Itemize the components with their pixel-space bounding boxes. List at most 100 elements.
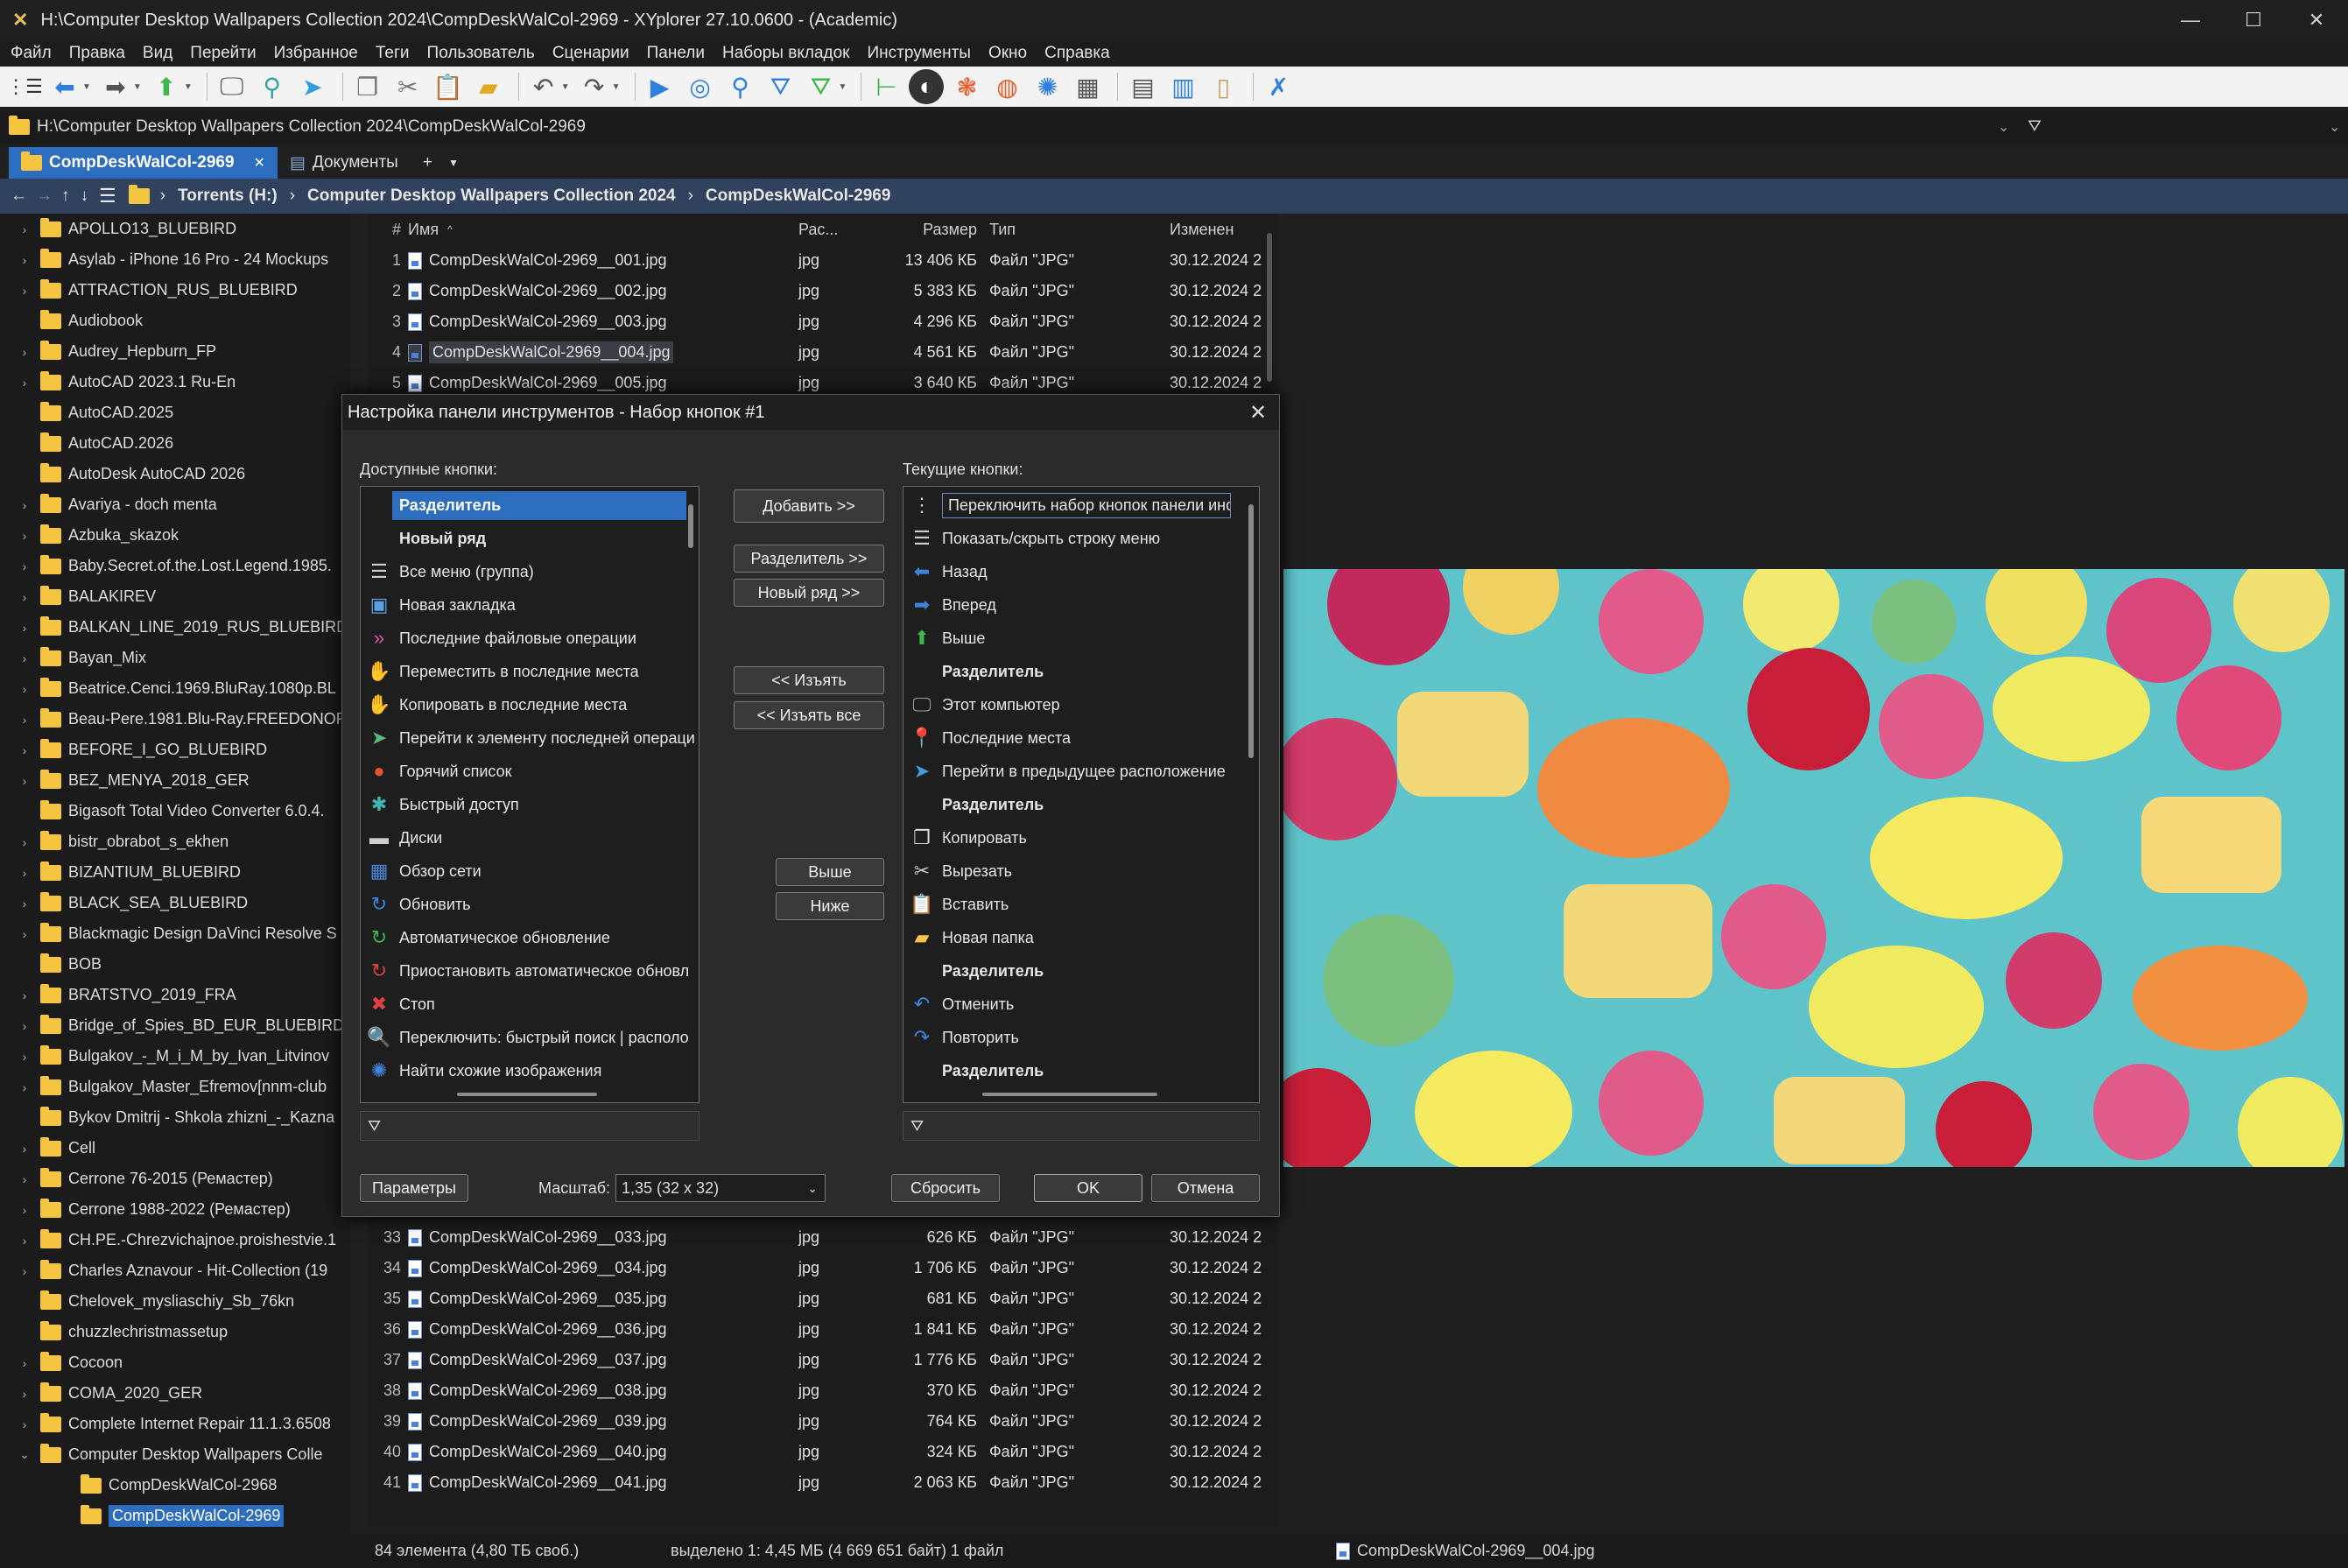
tools-icon[interactable]: ✗ xyxy=(1261,69,1296,104)
ball-icon[interactable]: ◍ xyxy=(989,69,1024,104)
move-up-button[interactable]: Выше xyxy=(776,858,884,886)
tree-item[interactable]: › APOLLO13_BLUEBIRD xyxy=(0,214,350,244)
scrollbar[interactable] xyxy=(1248,504,1254,758)
button-list-item[interactable]: ⬆ Выше xyxy=(903,622,1259,655)
tree-item[interactable]: › COMA_2020_GER xyxy=(0,1378,350,1409)
tab-menu-icon[interactable]: ▼ xyxy=(445,147,462,179)
undo-icon[interactable]: ↶ xyxy=(526,69,561,104)
current-filter[interactable]: ⛛ xyxy=(903,1111,1260,1141)
button-list-item[interactable]: Разделитель xyxy=(903,788,1259,821)
button-list-item[interactable]: » Последние файловые операции xyxy=(361,622,699,655)
button-list-item[interactable]: ⋮ Переключить набор кнопок панели инс xyxy=(903,489,1259,522)
copy-icon[interactable]: ❐ xyxy=(350,69,385,104)
button-list-item[interactable]: Разделитель xyxy=(361,489,699,522)
button-list-item[interactable]: ✋ Переместить в последние места xyxy=(361,655,699,688)
close-window-button[interactable]: ✕ xyxy=(2285,0,2348,40)
forward-icon[interactable]: → xyxy=(36,186,53,206)
tree-item[interactable]: › Cerrone 1988-2022 (Ремастер) xyxy=(0,1194,350,1225)
tree-item[interactable]: › Baby.Secret.of.the.Lost.Legend.1985. xyxy=(0,551,350,581)
button-list-item[interactable]: ✱ Быстрый доступ xyxy=(361,788,699,821)
button-list-item[interactable]: ↷ Повторить xyxy=(903,1021,1259,1054)
menu-item[interactable]: Панели xyxy=(647,44,705,63)
chevron-right-icon[interactable]: › xyxy=(14,376,35,390)
file-row[interactable]: 35 CompDeskWalCol-2969__035.jpg jpg 681 КБ Ф… xyxy=(368,1283,1278,1314)
file-row[interactable]: 2 CompDeskWalCol-2969__002.jpg jpg 5 383 КБ… xyxy=(368,276,1278,306)
tree-item[interactable]: › Bulgakov_-_M_i_M_by_Ivan_Litvinov xyxy=(0,1041,350,1072)
col-date[interactable]: Изменен xyxy=(1170,221,1275,239)
tree-item[interactable]: › ATTRACTION_RUS_BLUEBIRD xyxy=(0,275,350,306)
button-list-item[interactable]: ▦ Обзор сети xyxy=(361,854,699,888)
tree-item[interactable]: › BIZANTIUM_BLUEBIRD xyxy=(0,857,350,888)
menu-item[interactable]: Пользователь xyxy=(427,44,535,63)
menu-item[interactable]: Вид xyxy=(143,44,172,63)
scrollbar[interactable] xyxy=(1267,233,1272,382)
close-tab-icon[interactable]: ✕ xyxy=(254,154,265,172)
button-list-item[interactable]: ↶ Отменить xyxy=(903,988,1259,1021)
button-list-item[interactable]: ↻ Обновить xyxy=(361,888,699,921)
chevron-down-icon[interactable]: ⌄ xyxy=(2329,118,2340,136)
tree-item[interactable]: CompDeskWalCol-2969 xyxy=(0,1501,350,1531)
filter-icon[interactable]: ⛛ xyxy=(2028,117,2042,137)
tree-item[interactable]: ⌄ Computer Desktop Wallpapers Colle xyxy=(0,1439,350,1470)
menu-item[interactable]: Файл xyxy=(11,44,52,63)
tree-item[interactable]: › AutoCAD 2023.1 Ru-En xyxy=(0,367,350,397)
menu-item[interactable]: Окно xyxy=(988,44,1027,63)
col-type[interactable]: Тип xyxy=(977,221,1170,239)
tree-item[interactable]: › BALKAN_LINE_2019_RUS_BLUEBIRD xyxy=(0,612,350,643)
button-list-item[interactable]: Разделитель xyxy=(903,1054,1259,1087)
tree-item[interactable]: › CH.PE.-Chrezvichajnoe.proishestvie.1 xyxy=(0,1225,350,1255)
col-ext[interactable]: Рас... xyxy=(793,221,872,239)
tree-item[interactable]: › Beau-Pere.1981.Blu-Ray.FREEDONOR xyxy=(0,704,350,735)
tree-item[interactable]: Bigasoft Total Video Converter 6.0.4. xyxy=(0,796,350,826)
menu-item[interactable]: Сценарии xyxy=(552,44,629,63)
available-list[interactable]: Разделитель Новый ряд ☰ Все меню (группа) ▣ Н… xyxy=(360,486,699,1103)
up-icon[interactable]: ↑ xyxy=(61,186,70,206)
new-tab-button[interactable]: + xyxy=(411,147,445,179)
menu-item[interactable]: Наборы вкладок xyxy=(722,44,849,63)
chevron-right-icon[interactable]: › xyxy=(14,222,35,236)
tree-icon[interactable]: ⊢ xyxy=(868,69,903,104)
file-row[interactable]: 1 CompDeskWalCol-2969__001.jpg jpg 13 406 К… xyxy=(368,245,1278,276)
chevron-right-icon[interactable]: › xyxy=(14,1203,35,1217)
chevron-right-icon[interactable]: › xyxy=(14,1264,35,1278)
chevron-right-icon[interactable]: › xyxy=(14,1387,35,1401)
scale-select[interactable]: 1,35 (32 x 32) ⌄ xyxy=(615,1174,826,1202)
tree-item[interactable]: Audiobook xyxy=(0,306,350,336)
paste-icon[interactable]: 📋 xyxy=(431,69,466,104)
reset-button[interactable]: Сбросить xyxy=(891,1174,1000,1202)
chevron-down-icon[interactable]: ⌄ xyxy=(14,1447,35,1462)
chevron-right-icon[interactable]: › xyxy=(14,713,35,727)
button-list-item[interactable]: ▰ Новая папка xyxy=(903,921,1259,954)
chevron-right-icon[interactable]: › xyxy=(14,1019,35,1033)
button-list-item[interactable]: ✂ Вырезать xyxy=(903,854,1259,888)
button-list-item[interactable]: Новый ряд xyxy=(361,522,699,555)
add-separator-button[interactable]: Разделитель >> xyxy=(734,545,884,573)
chevron-right-icon[interactable]: › xyxy=(14,529,35,543)
add-button[interactable]: Добавить >> xyxy=(734,489,884,523)
address-path[interactable]: H:\Computer Desktop Wallpapers Collectio… xyxy=(37,117,586,137)
button-list-item[interactable]: ▬ Диски xyxy=(361,821,699,854)
chevron-right-icon[interactable]: › xyxy=(14,1050,35,1064)
filter-icon[interactable]: ⛛ xyxy=(763,69,798,104)
chevron-right-icon[interactable]: › xyxy=(14,835,35,849)
chevron-right-icon[interactable]: › xyxy=(14,897,35,911)
menu-item[interactable]: Справка xyxy=(1044,44,1110,63)
chevron-down-icon[interactable]: ⌄ xyxy=(1998,118,2009,136)
available-filter[interactable]: ⛛ xyxy=(360,1111,699,1141)
button-list-item[interactable]: 🔍 Переключить: быстрый поиск | располо xyxy=(361,1021,699,1054)
tree-item[interactable]: › Asylab - iPhone 16 Pro - 24 Mockups xyxy=(0,244,350,275)
remove-all-button[interactable]: << Изъять все xyxy=(734,701,884,729)
dual-pane-icon[interactable]: ▥ xyxy=(1165,69,1200,104)
chevron-right-icon[interactable]: › xyxy=(14,1356,35,1370)
button-list-item[interactable]: ↻ Автоматическое обновление xyxy=(361,921,699,954)
location-pin-icon[interactable]: ⚲ xyxy=(255,69,290,104)
tree-item[interactable]: › Bridge_of_Spies_BD_EUR_BLUEBIRD xyxy=(0,1010,350,1041)
tree-item[interactable]: › BRATSTVO_2019_FRA xyxy=(0,980,350,1010)
search-circle-icon[interactable]: ◎ xyxy=(683,69,718,104)
file-row[interactable]: 34 CompDeskWalCol-2969__034.jpg jpg 1 706 К… xyxy=(368,1253,1278,1283)
cut-icon[interactable]: ✂ xyxy=(390,69,425,104)
tree-item[interactable]: › Beatrice.Cenci.1969.BluRay.1080p.BL xyxy=(0,673,350,704)
computer-icon[interactable]: 🖵 xyxy=(214,69,250,104)
redo-icon[interactable]: ↷ xyxy=(577,69,612,104)
button-list-item[interactable]: ✋ Копировать в последние места xyxy=(361,688,699,721)
